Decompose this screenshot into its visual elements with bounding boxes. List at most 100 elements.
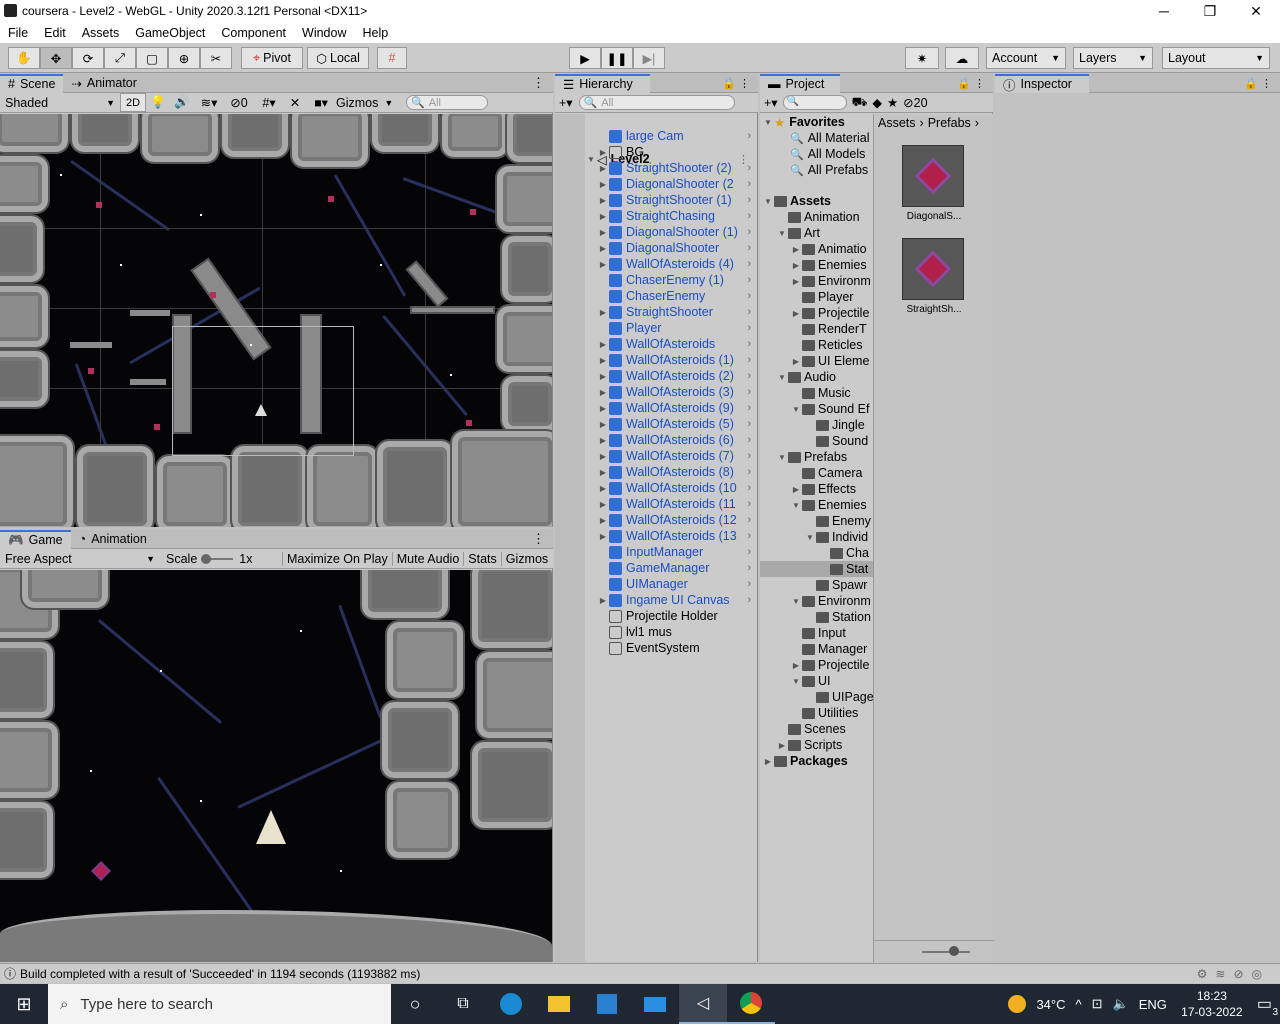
hierarchy-item[interactable]: ▶ StraightChasing ›	[597, 208, 757, 224]
star-icon[interactable]: ★	[887, 95, 898, 110]
project-folder-item[interactable]: ▶ UI Eleme	[760, 353, 873, 369]
hierarchy-item[interactable]: ▶ DiagonalShooter (1) ›	[597, 224, 757, 240]
scale-tool-icon[interactable]: ⤢	[104, 47, 136, 69]
expand-arrow-icon[interactable]: ▶	[597, 484, 609, 493]
chevron-right-icon[interactable]: ›	[747, 466, 751, 478]
chrome-icon[interactable]	[727, 984, 775, 1024]
expand-arrow-icon[interactable]: ▼	[790, 677, 802, 686]
hierarchy-item[interactable]: ▶ WallOfAsteroids (6) ›	[597, 432, 757, 448]
menu-gameobject[interactable]: GameObject	[135, 26, 205, 40]
prefab-label[interactable]: DiagonalS...	[896, 211, 972, 222]
project-folder-item[interactable]: ▼ Assets	[760, 193, 873, 209]
tab-inspector[interactable]: ⓘ Inspector	[995, 73, 1089, 93]
audio-icon[interactable]: 🔊	[170, 95, 194, 110]
lock-icon[interactable]: 🔒 ⋮	[1244, 77, 1272, 90]
hierarchy-item[interactable]: ▶ WallOfAsteroids (13 ›	[597, 528, 757, 544]
project-folder-item[interactable]: ▼ Audio	[760, 369, 873, 385]
project-folder-item[interactable]: UIPage	[760, 689, 873, 705]
hierarchy-item[interactable]: ▶ WallOfAsteroids (3) ›	[597, 384, 757, 400]
enemy-marker[interactable]	[470, 209, 476, 215]
zoom-track[interactable]	[922, 951, 970, 953]
expand-arrow-icon[interactable]: ▶	[597, 244, 609, 253]
add-icon[interactable]: +▾	[559, 95, 573, 110]
chevron-right-icon[interactable]: ›	[747, 578, 751, 590]
filter-type-icon[interactable]: ⛟	[852, 95, 868, 111]
project-folder-item[interactable]: Input	[760, 625, 873, 641]
mute-audio-toggle[interactable]: Mute Audio	[391, 551, 464, 566]
hierarchy-item[interactable]: Projectile Holder	[597, 608, 757, 624]
hierarchy-item[interactable]: ▶ WallOfAsteroids (4) ›	[597, 256, 757, 272]
enemy-marker[interactable]	[154, 424, 160, 430]
taskbar-search-input[interactable]: ⌕ Type here to search	[48, 984, 391, 1024]
store-icon[interactable]	[583, 984, 631, 1024]
breadcrumb-prefabs[interactable]: Prefabs	[928, 116, 971, 130]
project-folder-item[interactable]: RenderT	[760, 321, 873, 337]
project-folder-item[interactable]: ▶ Effects	[760, 481, 873, 497]
expand-arrow-icon[interactable]: ▶	[597, 308, 609, 317]
enemy-marker[interactable]	[96, 202, 102, 208]
hierarchy-item[interactable]: lvl1 mus	[597, 624, 757, 640]
hierarchy-item[interactable]: GameManager ›	[597, 560, 757, 576]
menu-help[interactable]: Help	[362, 26, 388, 40]
menu-assets[interactable]: Assets	[82, 26, 120, 40]
expand-arrow-icon[interactable]: ▶	[597, 164, 609, 173]
chevron-right-icon[interactable]: ›	[747, 194, 751, 206]
expand-arrow-icon[interactable]: ▶	[597, 532, 609, 541]
hierarchy-item[interactable]: ▶ BG	[597, 144, 757, 160]
camera-icon[interactable]: ■▾	[306, 95, 336, 110]
shading-dropdown[interactable]: Shaded ▼	[0, 93, 120, 112]
hand-tool-icon[interactable]: ✋	[8, 47, 40, 69]
notifications-icon[interactable]: ▭ 3	[1257, 994, 1278, 1018]
project-folder-item[interactable]: ▼ Prefabs	[760, 449, 873, 465]
rect-tool-icon[interactable]: ▢	[136, 47, 168, 69]
expand-arrow-icon[interactable]: ▶	[790, 245, 802, 254]
favorites-header[interactable]: ▼ ★ Favorites	[760, 114, 873, 130]
minimize-button[interactable]: ─	[1141, 0, 1187, 23]
move-tool-icon[interactable]: ✥	[40, 47, 72, 69]
chevron-right-icon[interactable]: ›	[747, 210, 751, 222]
chevron-right-icon[interactable]: ›	[747, 258, 751, 270]
chevron-right-icon[interactable]: ›	[747, 306, 751, 318]
chevron-right-icon[interactable]: ›	[747, 562, 751, 574]
expand-arrow-icon[interactable]: ▶	[597, 180, 609, 189]
expand-arrow-icon[interactable]: ▼	[776, 229, 788, 238]
expand-arrow-icon[interactable]: ▶	[597, 452, 609, 461]
zoom-thumb[interactable]	[949, 946, 959, 956]
project-search-input[interactable]: 🔍	[782, 95, 847, 110]
expand-arrow-icon[interactable]: ▶	[776, 741, 788, 750]
hierarchy-item[interactable]: ▶ DiagonalShooter ›	[597, 240, 757, 256]
project-folder-item[interactable]: Utilities	[760, 705, 873, 721]
chevron-right-icon[interactable]: ›	[747, 354, 751, 366]
chevron-right-icon[interactable]: ›	[747, 130, 751, 142]
chevron-right-icon[interactable]: ›	[747, 418, 751, 430]
menu-window[interactable]: Window	[302, 26, 346, 40]
project-folder-item[interactable]: ▶ Packages	[760, 753, 873, 769]
hidden-packages-icon[interactable]: ⊘20	[903, 95, 927, 110]
hierarchy-item[interactable]: ▶ StraightShooter (2) ›	[597, 160, 757, 176]
expand-arrow-icon[interactable]: ▶	[790, 261, 802, 270]
breadcrumb-assets[interactable]: Assets	[878, 116, 916, 130]
hierarchy-item[interactable]: large Cam ›	[597, 128, 757, 144]
project-folder-item[interactable]: Manager	[760, 641, 873, 657]
expand-arrow-icon[interactable]: ▶	[597, 196, 609, 205]
file-explorer-icon[interactable]	[535, 984, 583, 1024]
expand-arrow-icon[interactable]: ▼	[762, 118, 774, 127]
tab-scene[interactable]: # Scene	[0, 73, 64, 93]
chevron-right-icon[interactable]: ›	[747, 290, 751, 302]
project-folder-item[interactable]: Cha	[760, 545, 873, 561]
expand-arrow-icon[interactable]: ▼	[790, 501, 802, 510]
enemy-marker[interactable]	[328, 196, 334, 202]
project-folder-item[interactable]: ▶ Enemies	[760, 257, 873, 273]
expand-arrow-icon[interactable]: ▶	[790, 309, 802, 318]
chevron-right-icon[interactable]: ›	[747, 338, 751, 350]
expand-arrow-icon[interactable]: ▶	[597, 372, 609, 381]
prefab-label[interactable]: StraightSh...	[896, 304, 972, 315]
project-folder-item[interactable]: Spawr	[760, 577, 873, 593]
hierarchy-item[interactable]: ▶ WallOfAsteroids (10 ›	[597, 480, 757, 496]
favorite-item[interactable]: 🔍 All Models	[760, 146, 873, 162]
scale-slider[interactable]: Scale 1x	[160, 552, 282, 566]
hierarchy-item[interactable]: ▶ WallOfAsteroids (12 ›	[597, 512, 757, 528]
chevron-right-icon[interactable]: ›	[747, 434, 751, 446]
menu-component[interactable]: Component	[221, 26, 286, 40]
snap-icon[interactable]: #	[377, 47, 407, 69]
